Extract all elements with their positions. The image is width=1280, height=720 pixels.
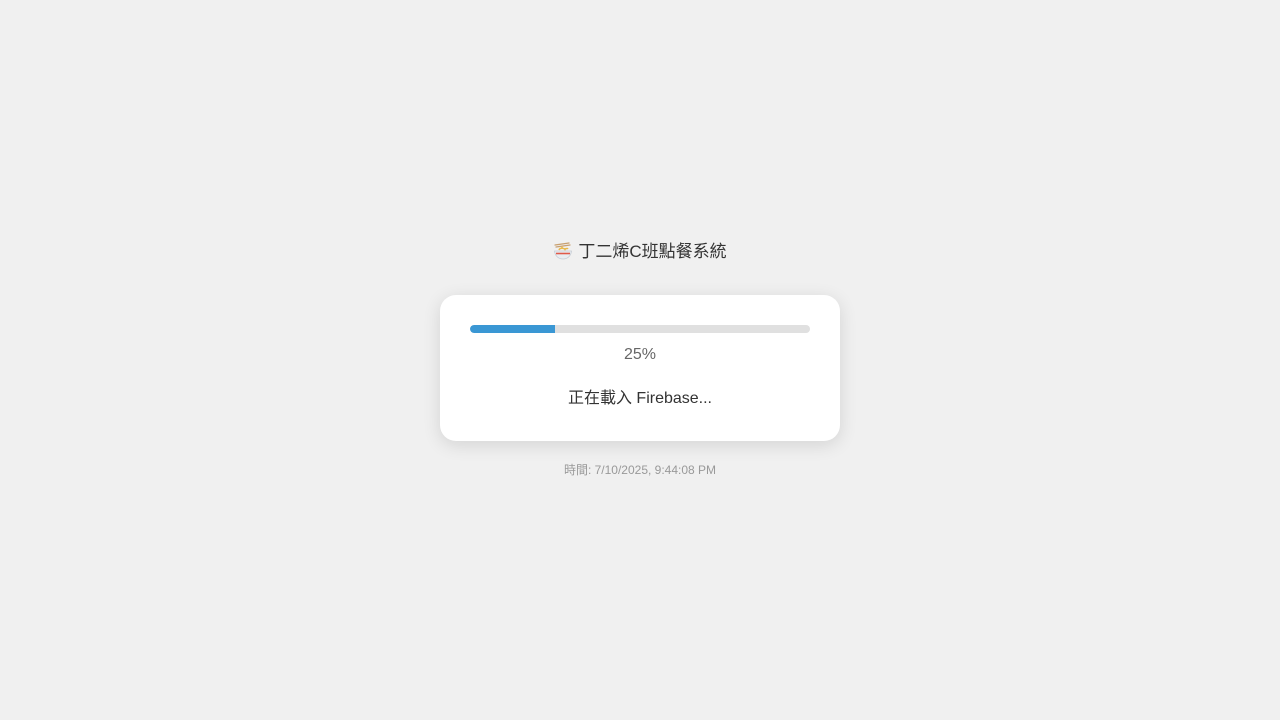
loading-status: 正在載入 Firebase... (567, 390, 713, 407)
noodle-bowl-icon (553, 241, 573, 261)
loading-screen: 丁二烯C班點餐系統 25% 正在載入 Firebase... 時間: 7/10/… (0, 0, 1280, 720)
progress-fill (470, 325, 555, 333)
loading-card: 25% 正在載入 Firebase... (440, 295, 840, 441)
timestamp: 時間: 7/10/2025, 9:44:08 PM (563, 463, 717, 477)
progress-percent: 25% (623, 346, 657, 363)
app-title-text: 丁二烯C班點餐系統 (578, 242, 727, 261)
progress-track (470, 325, 810, 333)
app-title: 丁二烯C班點餐系統 (0, 240, 1280, 264)
